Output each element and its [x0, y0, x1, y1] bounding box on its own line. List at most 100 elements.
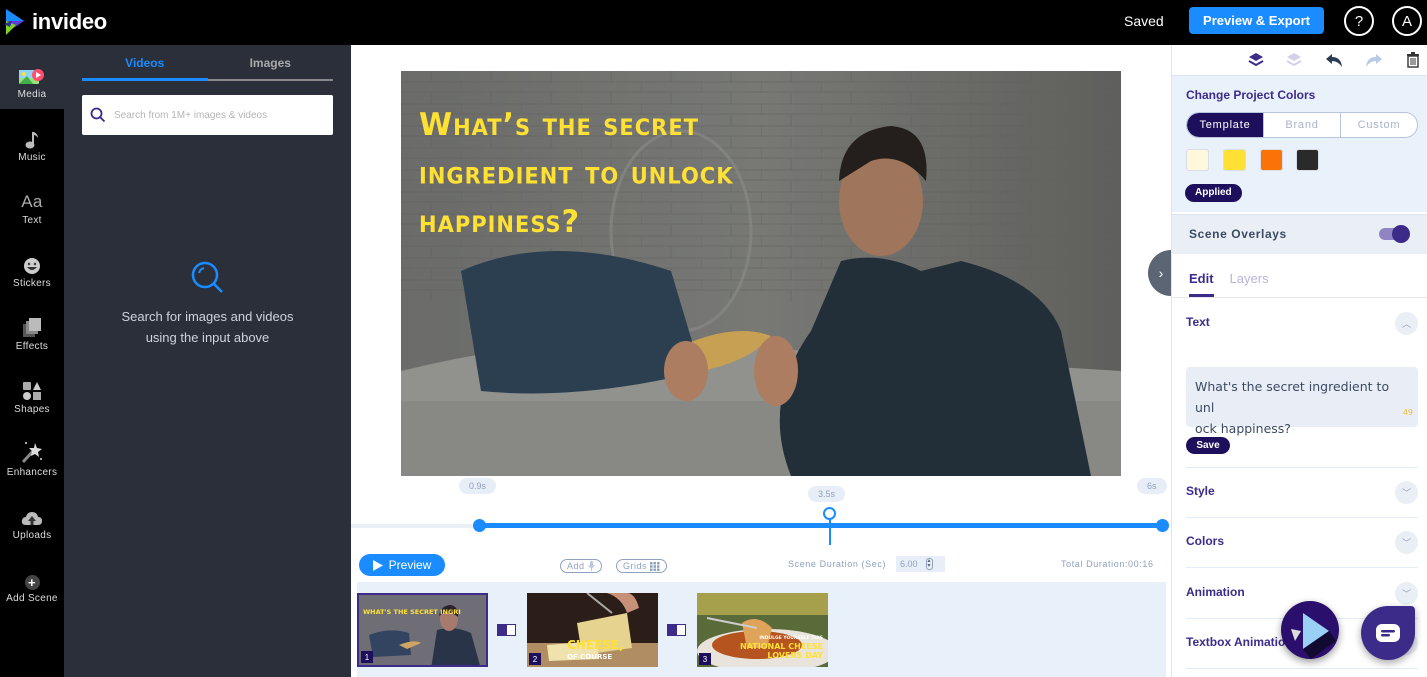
- preview-button[interactable]: Preview: [359, 554, 445, 576]
- timeline-trim-range: [480, 523, 1163, 528]
- scene-overlays-label: Scene Overlays: [1189, 227, 1287, 241]
- accordion-label: Style: [1186, 484, 1215, 498]
- tab-layers[interactable]: Layers: [1230, 271, 1269, 297]
- accordion-colors[interactable]: Colors ﹀: [1186, 518, 1418, 568]
- scene-duration-label: Scene Duration (Sec): [788, 559, 887, 569]
- segment-brand[interactable]: Brand: [1264, 113, 1341, 137]
- tab-videos[interactable]: Videos: [82, 55, 208, 81]
- scene-overlays-toggle[interactable]: [1379, 225, 1411, 243]
- invideo-logo-icon: [4, 9, 24, 35]
- account-avatar[interactable]: A: [1392, 6, 1422, 36]
- chevron-up-icon[interactable]: ︿: [1395, 312, 1418, 335]
- tab-edit[interactable]: Edit: [1189, 271, 1214, 297]
- search-large-icon: [191, 261, 223, 293]
- nav-item-uploads[interactable]: Uploads: [0, 501, 64, 561]
- nav-label: Text: [22, 215, 42, 226]
- playhead-line: [829, 519, 831, 545]
- project-colors-title: Change Project Colors: [1186, 88, 1316, 102]
- svg-text:LOVERS DAY: LOVERS DAY: [767, 651, 823, 660]
- add-voiceover-button[interactable]: Add: [560, 559, 602, 573]
- play-icon: [372, 559, 383, 571]
- nav-item-text[interactable]: Aa Text: [0, 186, 64, 246]
- char-counter: 49: [1402, 408, 1413, 417]
- nav-item-effects[interactable]: Effects: [0, 312, 64, 372]
- transition-icon[interactable]: [497, 624, 516, 636]
- text-content-field[interactable]: What's the secret ingredient to unl ock …: [1186, 367, 1418, 436]
- scene-number: 3: [699, 653, 711, 665]
- tab-images[interactable]: Images: [208, 55, 334, 79]
- nav-item-add-scene[interactable]: + Add Scene: [0, 564, 64, 624]
- accordion-style[interactable]: Style ﹀: [1186, 468, 1418, 518]
- save-text-button[interactable]: Save: [1186, 437, 1230, 454]
- project-colors-section: Change Project Colors Template Brand Cus…: [1172, 76, 1427, 212]
- duration-stepper-icon[interactable]: ▴ ▾: [925, 558, 933, 570]
- sticker-icon: [23, 249, 41, 275]
- media-search[interactable]: [82, 95, 333, 135]
- trim-end-handle[interactable]: [1156, 519, 1169, 532]
- help-button[interactable]: ?: [1344, 6, 1374, 36]
- nav-item-shapes[interactable]: Shapes: [0, 375, 64, 435]
- grids-button[interactable]: Grids: [616, 559, 668, 573]
- video-canvas[interactable]: What’s the secret ingredient to unlock h…: [401, 71, 1121, 476]
- total-duration: Total Duration:00:16: [1061, 559, 1154, 569]
- chevron-down-icon[interactable]: ﹀: [1395, 481, 1418, 504]
- bring-forward-icon[interactable]: [1248, 52, 1264, 68]
- scene-2-image: CHEESE,OF COURSE: [527, 593, 658, 667]
- music-icon: [25, 123, 39, 149]
- search-input[interactable]: [114, 109, 314, 121]
- invideo-assistant-button[interactable]: [1281, 601, 1339, 659]
- plus-icon: +: [24, 564, 40, 590]
- top-bar: invideo Saved Preview & Export ? A: [0, 0, 1427, 45]
- trim-start-handle[interactable]: [473, 519, 486, 532]
- scene-duration-input[interactable]: 6.00 ▴ ▾: [896, 556, 945, 572]
- send-backward-icon[interactable]: [1286, 52, 1302, 68]
- media-panel: Videos Images Search for images and vide…: [64, 45, 351, 677]
- editor-stage: What’s the secret ingredient to unlock h…: [351, 45, 1174, 677]
- nav-item-enhancers[interactable]: Enhancers: [0, 438, 64, 498]
- svg-text:WHAT'S THE SECRET INGRI: WHAT'S THE SECRET INGRI: [363, 608, 461, 616]
- search-icon: [90, 107, 106, 123]
- svg-text:CHEESE,: CHEESE,: [567, 638, 624, 652]
- invideo-play-logo-icon: [1291, 613, 1336, 659]
- color-swatch[interactable]: [1260, 149, 1283, 171]
- chevron-down-icon[interactable]: ﹀: [1395, 582, 1418, 605]
- chat-support-button[interactable]: [1361, 606, 1415, 660]
- color-swatch[interactable]: [1296, 149, 1319, 171]
- segment-template[interactable]: Template: [1187, 113, 1264, 137]
- accordion-label: Textbox Animation: [1186, 635, 1293, 649]
- left-nav: Media Music Aa Text Stickers Effects Sha…: [0, 45, 64, 677]
- save-status: Saved: [1124, 13, 1164, 29]
- nav-item-stickers[interactable]: Stickers: [0, 249, 64, 309]
- nav-item-media[interactable]: Media: [0, 60, 64, 120]
- nav-label: Effects: [15, 341, 49, 352]
- nav-label: Add Scene: [6, 593, 58, 604]
- canvas-headline-text[interactable]: What’s the secret ingredient to unlock h…: [419, 102, 799, 247]
- chevron-down-icon[interactable]: ﹀: [1395, 531, 1418, 554]
- svg-text:INDULGE YOURSELF THIS: INDULGE YOURSELF THIS: [759, 635, 823, 641]
- color-swatch[interactable]: [1186, 149, 1209, 171]
- playhead-time-label: 3.5s: [808, 486, 846, 502]
- delete-icon[interactable]: [1406, 52, 1420, 68]
- accordion-text[interactable]: Text ︿: [1186, 299, 1418, 349]
- color-swatch[interactable]: [1223, 149, 1246, 171]
- scene-thumbnail-3[interactable]: INDULGE YOURSELF THIS NATIONAL CHEESE LOVE…: [697, 593, 828, 667]
- chat-icon: [1376, 624, 1400, 642]
- help-icon: ?: [1354, 12, 1364, 30]
- nav-item-music[interactable]: Music: [0, 123, 64, 183]
- scene-thumbnail-2[interactable]: CHEESE, OF COURSE 2: [527, 593, 658, 667]
- invideo-logo[interactable]: invideo: [4, 7, 107, 37]
- redo-icon[interactable]: [1365, 52, 1383, 68]
- preview-export-button[interactable]: Preview & Export: [1189, 7, 1324, 34]
- scene-thumbnail-1[interactable]: WHAT'S THE SECRET INGRI 1: [357, 593, 488, 667]
- playhead-handle[interactable]: [823, 507, 836, 520]
- text-icon: Aa: [21, 192, 43, 211]
- transition-icon[interactable]: [667, 624, 686, 636]
- effects-icon: [22, 312, 42, 338]
- media-tabs: Videos Images: [82, 55, 333, 81]
- chevron-right-icon: ›: [1158, 265, 1164, 281]
- nav-label: Music: [18, 152, 46, 163]
- svg-text:NATIONAL CHEESE: NATIONAL CHEESE: [740, 642, 823, 651]
- nav-label: Stickers: [13, 278, 51, 289]
- segment-custom[interactable]: Custom: [1341, 113, 1417, 137]
- undo-icon[interactable]: [1325, 52, 1343, 68]
